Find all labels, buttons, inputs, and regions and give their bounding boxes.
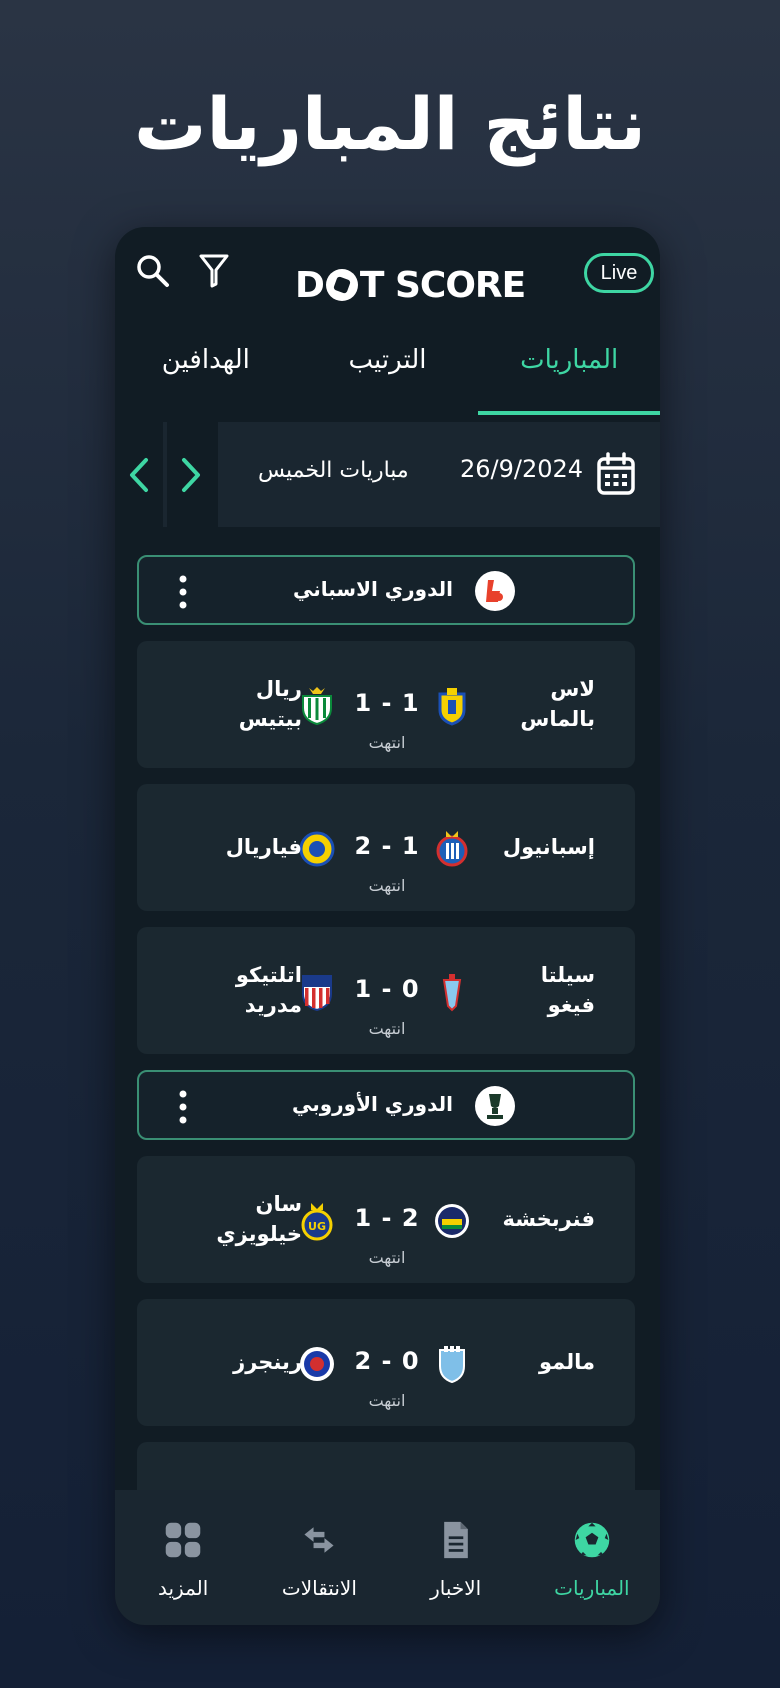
home-team-label: مالمو xyxy=(538,1349,595,1374)
league-name: الدوري الاسباني xyxy=(293,577,453,601)
match-score: 2 - 0 xyxy=(354,1347,420,1375)
chevron-right-icon xyxy=(182,457,200,492)
match-row[interactable]: إسبانيول 2 - 1 انتهت فياريال xyxy=(137,784,635,911)
nav-transfers[interactable]: الانتقالات xyxy=(251,1490,387,1625)
top-bar: D T SCORE Live xyxy=(115,227,660,322)
real-betis-crest-icon xyxy=(302,687,332,726)
day-label: مباريات الخميس xyxy=(258,458,409,483)
fenerbahce-crest-icon xyxy=(435,1204,469,1238)
away-team-name: سان خيلويزي xyxy=(187,1156,302,1283)
league-header[interactable]: الدوري الاسباني xyxy=(137,555,635,625)
rangers-crest-icon xyxy=(300,1347,334,1381)
tab-standings[interactable]: الترتيب xyxy=(297,335,479,415)
away-team-label: رينجرز xyxy=(233,1349,302,1374)
home-team-name: مالمو xyxy=(490,1299,595,1426)
away-team-label: سان خيلويزي xyxy=(216,1192,302,1246)
previous-day-button[interactable] xyxy=(115,422,163,527)
away-team-label: اتلتيكو مدريد xyxy=(235,963,302,1017)
match-row[interactable]: مالمو 2 - 0 انتهت رينجرز xyxy=(137,1299,635,1426)
app-logo: D T SCORE xyxy=(295,264,526,306)
europa-league-logo-icon xyxy=(475,1086,515,1126)
home-team-name: إسبانيول xyxy=(490,784,595,911)
more-options-icon[interactable] xyxy=(179,575,187,609)
away-team-name: فياريال xyxy=(187,784,302,911)
nav-news-label: الاخبار xyxy=(430,1576,482,1600)
nav-more-label: المزيد xyxy=(157,1576,209,1600)
filter-icon[interactable] xyxy=(198,253,230,289)
live-button[interactable]: Live xyxy=(584,253,654,293)
match-row[interactable]: لاس بالماس 1 - 1 انتهت ريال بيتيس xyxy=(137,641,635,768)
home-team-label: إسبانيول xyxy=(502,834,595,859)
league-name: الدوري الأوروبي xyxy=(291,1092,453,1116)
las-palmas-crest-icon xyxy=(438,688,466,726)
laliga-logo-icon xyxy=(475,571,515,611)
away-team-label: ريال بيتيس xyxy=(238,677,302,731)
match-row[interactable]: فنربخشة 1 - 2 انتهت UG سان خيلويزي xyxy=(137,1156,635,1283)
chevron-left-icon xyxy=(130,457,148,492)
match-status: انتهت xyxy=(368,1391,406,1410)
grid-icon xyxy=(165,1522,201,1558)
nav-matches-label: المباريات xyxy=(554,1576,630,1600)
match-score: 1 - 2 xyxy=(354,1204,420,1232)
home-team-name: سيلتا فيغو xyxy=(490,927,595,1054)
match-status: انتهت xyxy=(368,876,406,895)
more-options-icon[interactable] xyxy=(179,1090,187,1124)
nav-more[interactable]: المزيد xyxy=(115,1490,251,1625)
logo-ball-icon xyxy=(325,269,358,301)
match-score: 1 - 0 xyxy=(354,975,420,1003)
espanyol-crest-icon xyxy=(436,831,468,867)
match-status: انتهت xyxy=(368,1019,406,1038)
villarreal-crest-icon xyxy=(299,831,335,867)
tab-bar: المباريات الترتيب الهدافين xyxy=(115,335,660,415)
malmo-crest-icon xyxy=(439,1346,465,1384)
tab-scorers[interactable]: الهدافين xyxy=(115,335,297,415)
match-row[interactable]: سيلتا فيغو 1 - 0 انتهت اتلتيكو مدريد xyxy=(137,927,635,1054)
nav-matches[interactable]: المباريات xyxy=(524,1490,660,1625)
away-team-name: اتلتيكو مدريد xyxy=(187,927,302,1054)
date-divider xyxy=(215,422,218,527)
atletico-madrid-crest-icon xyxy=(302,975,332,1012)
soccer-ball-icon xyxy=(574,1522,610,1558)
match-score: 1 - 1 xyxy=(354,689,420,717)
match-status: انتهت xyxy=(368,1248,406,1267)
match-row-partial[interactable] xyxy=(137,1442,635,1492)
home-team-name: لاس بالماس xyxy=(490,641,595,768)
search-icon[interactable] xyxy=(135,253,171,289)
logo-text-right: T SCORE xyxy=(359,264,526,306)
league-header[interactable]: الدوري الأوروبي xyxy=(137,1070,635,1140)
away-team-label: فياريال xyxy=(225,834,302,859)
logo-text-left: D xyxy=(295,264,325,306)
bottom-navigation: المباريات الاخبار الانتقالات المزيد xyxy=(115,1490,660,1625)
celta-vigo-crest-icon xyxy=(442,974,462,1012)
home-team-label: لاس بالماس xyxy=(520,677,595,731)
date-value: 26/9/2024 xyxy=(460,455,584,483)
union-saint-gilloise-crest-icon: UG xyxy=(301,1203,333,1241)
next-day-button[interactable] xyxy=(167,422,215,527)
home-team-name: فنربخشة xyxy=(490,1156,595,1283)
matches-list: الدوري الاسباني لاس بالماس 1 - 1 انتهت ر… xyxy=(137,555,635,1492)
page-headline: نتائج المباريات xyxy=(134,82,646,166)
app-screen: D T SCORE Live المباريات الترتيب الهدافي… xyxy=(115,227,660,1625)
svg-text:UG: UG xyxy=(308,1220,326,1233)
away-team-name: ريال بيتيس xyxy=(187,641,302,768)
tab-matches[interactable]: المباريات xyxy=(478,335,660,415)
calendar-icon[interactable] xyxy=(596,452,636,496)
document-icon xyxy=(443,1521,468,1559)
away-team-name: رينجرز xyxy=(187,1299,302,1426)
date-bar: مباريات الخميس 26/9/2024 xyxy=(115,422,660,527)
home-team-label: فنربخشة xyxy=(502,1206,595,1231)
match-status: انتهت xyxy=(368,733,406,752)
nav-news[interactable]: الاخبار xyxy=(388,1490,524,1625)
nav-transfers-label: الانتقالات xyxy=(281,1576,357,1600)
match-score: 2 - 1 xyxy=(354,832,420,860)
home-team-label: سيلتا فيغو xyxy=(540,963,595,1017)
transfer-arrows-icon xyxy=(304,1527,334,1553)
